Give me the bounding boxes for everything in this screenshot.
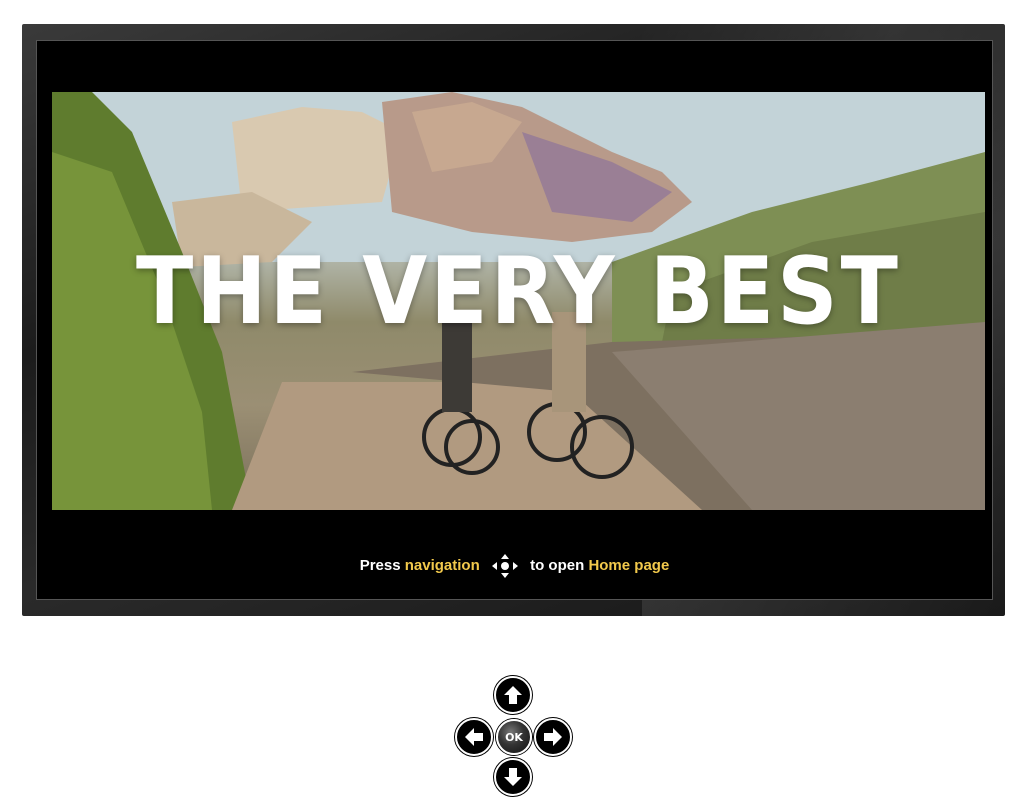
arrow-up-icon	[504, 686, 522, 704]
up-arrow-button[interactable]	[494, 676, 532, 714]
dpad-mini-icon	[490, 553, 520, 579]
arrow-left-icon	[465, 728, 483, 746]
down-arrow-button[interactable]	[494, 758, 532, 796]
left-arrow-button[interactable]	[455, 718, 493, 756]
hint-to-open: to open	[530, 556, 585, 574]
arrow-down-icon	[504, 768, 522, 786]
video-player[interactable]: THE VERY BEST	[52, 92, 985, 510]
right-arrow-button[interactable]	[534, 718, 572, 756]
navigation-hint: Press navigation to open Home page	[36, 553, 993, 579]
video-headline: THE VERY BEST	[136, 237, 901, 345]
hint-press: Press	[359, 556, 401, 574]
remote-dpad: OK	[455, 676, 573, 796]
hint-home-page: Home page	[588, 556, 670, 574]
hint-navigation: navigation	[404, 556, 480, 574]
ok-button[interactable]: OK	[496, 719, 532, 755]
arrow-right-icon	[544, 728, 562, 746]
